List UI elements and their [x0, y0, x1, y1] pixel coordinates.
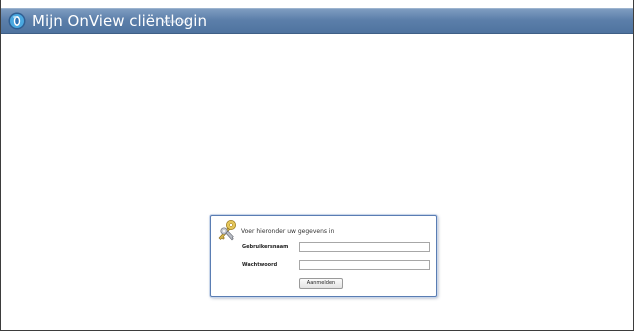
username-input[interactable]	[299, 242, 430, 252]
username-label: Gebruikersnaam	[242, 244, 289, 250]
login-button[interactable]: Aanmelden	[299, 278, 343, 289]
login-instruction: Voer hieronder uw gegevens in	[241, 228, 335, 235]
header-bar: Mijn OnView cliëntlogin Versie: 2.0.9	[1, 8, 633, 34]
keys-icon	[218, 220, 236, 241]
password-label: Wachtwoord	[242, 262, 278, 268]
app-version: Versie: 2.0.9	[163, 19, 188, 24]
password-input[interactable]	[299, 260, 430, 270]
onview-logo-icon	[8, 12, 26, 30]
app-window: Mijn OnView cliëntlogin Versie: 2.0.9 Vo…	[0, 0, 634, 331]
login-panel: Voer hieronder uw gegevens in Gebruikers…	[210, 215, 437, 297]
